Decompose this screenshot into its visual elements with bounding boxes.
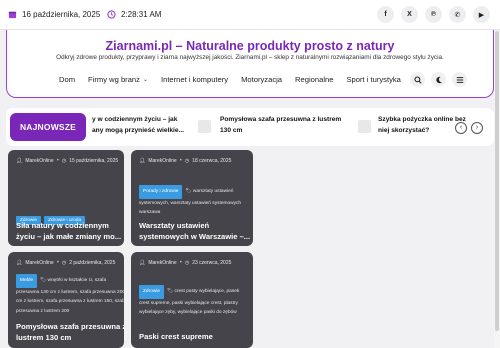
clock-icon: ◷: [61, 260, 67, 266]
post-card[interactable]: 👤︎ MarekOnline • ◷ 15 października, 2025…: [8, 150, 124, 246]
post-date: 18 czerwca, 2025: [192, 158, 232, 164]
site-description: Odkryj zdrowe produkty, przyprawy i ziar…: [56, 54, 444, 61]
main-nav: Dom Firmy wg branż ⌄ Internet i komputery…: [59, 75, 414, 84]
category-badge[interactable]: Porady i zdrowie: [139, 185, 183, 199]
calendar-icon: [8, 11, 17, 19]
ticker-thumbnail[interactable]: [198, 120, 211, 133]
post-title[interactable]: Paski crest supreme: [139, 331, 251, 342]
post-date: 2 października, 2025: [69, 260, 116, 266]
ticker-item[interactable]: y w codziennym życiu – jak any mogą przy…: [92, 114, 184, 136]
ticker-next-button[interactable]: ›: [471, 122, 483, 134]
post-card[interactable]: 👤︎ MarekOnline • ◷ 18 czerwca, 2025 Pora…: [131, 150, 253, 246]
post-card[interactable]: 👤︎ MarekOnline • ◷ 23 czerwca, 2025 Zdro…: [131, 252, 253, 348]
time-text: 2:28:31 AM: [121, 10, 162, 19]
nav-item-internet[interactable]: Internet i komputery: [161, 75, 228, 84]
post-title[interactable]: Pomysłowa szafa przesuwna z lustrem 130 …: [16, 321, 124, 343]
date-text: 16 października, 2025: [22, 10, 101, 19]
latest-label: NAJNOWSZE: [10, 113, 86, 141]
x-twitter-icon[interactable]: X: [401, 6, 418, 23]
tag-icon: 🏷︎: [167, 289, 175, 294]
post-date: 15 października, 2025: [69, 158, 119, 164]
pinterest-icon[interactable]: ℗: [425, 6, 442, 23]
clock-icon: [107, 10, 116, 19]
category-badge[interactable]: Zdrowie: [139, 285, 165, 299]
clock-icon: ◷: [61, 158, 67, 164]
latest-news-ticker: NAJNOWSZE y w codziennym życiu – jak any…: [6, 108, 494, 146]
user-icon: 👤︎: [139, 260, 146, 266]
post-meta: 👤︎ MarekOnline • ◷ 23 czerwca, 2025: [139, 260, 232, 266]
chevron-down-icon: ⌄: [142, 77, 148, 83]
header-actions: [410, 72, 467, 87]
menu-icon[interactable]: [452, 72, 467, 87]
youtube-icon[interactable]: ▶: [473, 6, 490, 23]
search-icon[interactable]: [410, 72, 425, 87]
post-meta: 👤︎ MarekOnline • ◷ 15 października, 2025: [16, 158, 119, 164]
post-date: 23 czerwca, 2025: [192, 260, 232, 266]
social-links: f X ℗ ✆ ▶: [377, 6, 490, 23]
post-tags: Meble 🏷︎ wnętrki w kształcie U, szafa prz…: [16, 274, 124, 316]
post-card[interactable]: 👤︎ MarekOnline • ◷ 2 października, 2025 …: [8, 252, 124, 348]
post-meta: 👤︎ MarekOnline • ◷ 18 czerwca, 2025: [139, 158, 232, 164]
facebook-icon[interactable]: f: [377, 6, 394, 23]
tag-icon: 🏷︎: [185, 189, 193, 194]
post-author[interactable]: MarekOnline: [148, 158, 176, 164]
scrollbar-thumb[interactable]: [495, 31, 499, 331]
clock-icon: ◷: [184, 260, 190, 266]
ticker-prev-button[interactable]: ‹: [455, 122, 467, 134]
nav-item-firmy[interactable]: Firmy wg branż ⌄: [88, 75, 148, 84]
nav-item-dom[interactable]: Dom: [59, 75, 75, 84]
ticker-item[interactable]: Szybka pożyczka online bez niej skorzyst…: [378, 114, 466, 136]
nav-item-motoryzacja[interactable]: Motoryzacja: [241, 75, 282, 84]
ticker-thumbnail[interactable]: [358, 120, 371, 133]
user-icon: 👤︎: [16, 158, 23, 164]
post-title[interactable]: Warsztaty ustawień systemowych w Warszaw…: [139, 220, 251, 242]
whatsapp-icon[interactable]: ✆: [449, 6, 466, 23]
post-author[interactable]: MarekOnline: [148, 260, 176, 266]
current-date: 16 października, 2025: [8, 10, 100, 19]
site-title[interactable]: Ziarnami.pl – Naturalne produkty prosto …: [7, 39, 493, 53]
nav-item-regionalne[interactable]: Regionalne: [295, 75, 333, 84]
current-time: 2:28:31 AM: [107, 10, 161, 19]
post-author[interactable]: MarekOnline: [25, 260, 53, 266]
user-icon: 👤︎: [16, 260, 23, 266]
clock-icon: ◷: [184, 158, 190, 164]
post-author[interactable]: MarekOnline: [25, 158, 53, 164]
user-icon: 👤︎: [139, 158, 146, 164]
post-tags: Zdrowie 🏷︎ crest pasty wybielające, pasek…: [139, 285, 251, 318]
post-meta: 👤︎ MarekOnline • ◷ 2 października, 2025: [16, 260, 116, 266]
page-scrollbar[interactable]: [494, 30, 500, 348]
nav-item-sport[interactable]: Sport i turystyka: [346, 75, 400, 84]
category-badge[interactable]: Meble: [16, 274, 38, 288]
dark-mode-icon[interactable]: [431, 72, 446, 87]
top-bar: 16 października, 2025 2:28:31 AM f X ℗ ✆…: [0, 0, 500, 30]
site-header: Ziarnami.pl – Naturalne produkty prosto …: [6, 30, 494, 98]
tag-icon: 🏷︎: [40, 278, 48, 283]
post-title[interactable]: Siła natury w codziennym życiu – jak mał…: [16, 220, 124, 242]
post-tags: Porady i zdrowie 🏷︎ warsztaty ustawień sy…: [139, 185, 251, 218]
ticker-item[interactable]: Pomysłowa szafa przesuwna z lustrem 130 …: [220, 114, 341, 136]
